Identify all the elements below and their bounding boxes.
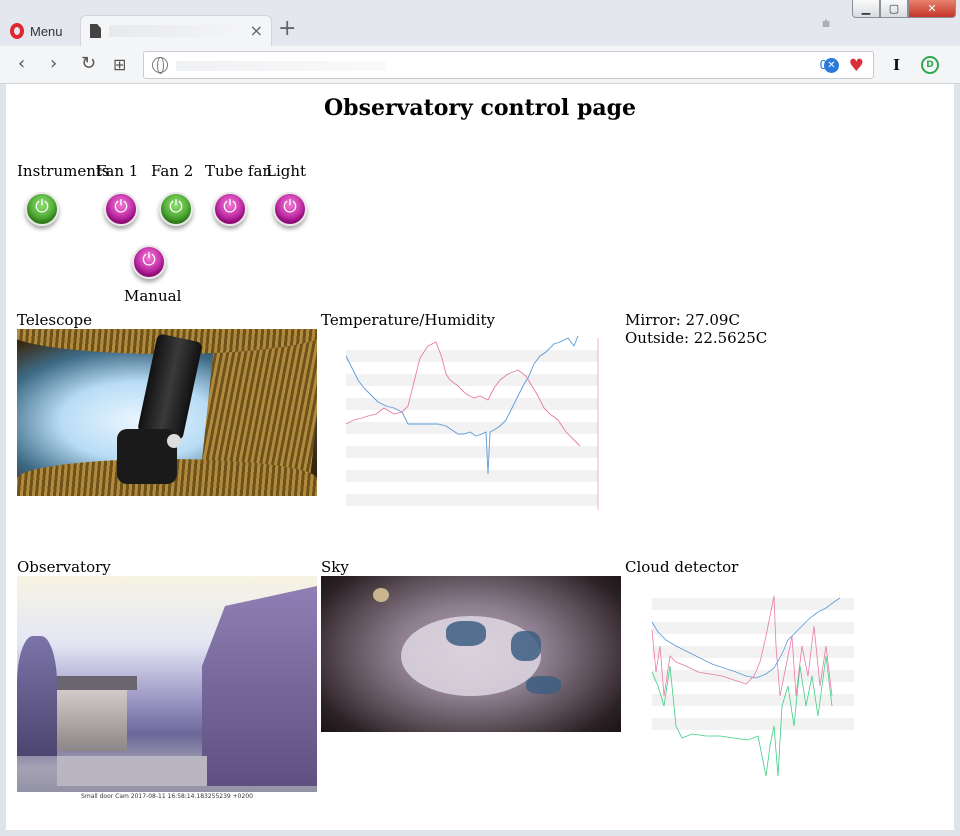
temperature-label: Temperature/Humidity	[321, 311, 495, 329]
back-button[interactable]: ‹	[18, 53, 25, 74]
extension-i-icon[interactable]: I	[893, 56, 900, 74]
speed-dial-button[interactable]: ⊞	[113, 55, 126, 74]
new-tab-button[interactable]: +	[278, 16, 296, 41]
light-power-button[interactable]	[273, 192, 307, 226]
close-window-button[interactable]: ✕	[908, 0, 956, 18]
observatory-label: Observatory	[17, 558, 111, 576]
address-bar[interactable]: 0 ✕ ♥	[143, 51, 874, 79]
mirror-temperature: Mirror: 27.09C	[625, 311, 740, 329]
sky-label: Sky	[321, 558, 349, 576]
temperature-humidity-chart	[328, 328, 604, 540]
extension-d-icon[interactable]: D	[921, 56, 939, 74]
label-fan-1: Fan 1	[96, 162, 139, 180]
tab-close-icon[interactable]: ×	[250, 21, 263, 40]
opera-menu-button[interactable]: Menu	[10, 18, 63, 44]
page-title: Observatory control page	[324, 95, 636, 121]
label-light: Light	[266, 162, 307, 180]
label-tube-fan: Tube fan	[205, 162, 273, 180]
browser-tab[interactable]: ×	[80, 15, 272, 46]
adblock-icon[interactable]: ✕	[824, 58, 839, 73]
telescope-label: Telescope	[17, 311, 92, 329]
label-manual: Manual	[124, 287, 182, 305]
observatory-camera-image: Small door Cam 2017-08-11 16:58:14.18325…	[17, 576, 317, 802]
globe-icon	[152, 57, 168, 74]
window-controls: ▁ ▢ ✕	[852, 0, 956, 18]
reload-button[interactable]: ↻	[81, 53, 96, 74]
outside-temperature: Outside: 22.5625C	[625, 329, 768, 347]
temperature-readouts: Mirror: 27.09C Outside: 22.5625C	[625, 311, 767, 347]
document-icon	[90, 24, 101, 38]
title-bar: Menu × + ⩧ ▁ ▢ ✕	[0, 0, 960, 46]
url-text	[176, 61, 386, 71]
label-fan-2: Fan 2	[151, 162, 194, 180]
page-viewport: Observatory control page Instruments Fan…	[6, 84, 954, 830]
sky-camera-image	[321, 576, 621, 744]
opera-logo-icon	[10, 23, 24, 39]
tab-title	[109, 25, 244, 37]
tab-menu-icon[interactable]: ⩧	[822, 16, 830, 32]
minimize-button[interactable]: ▁	[852, 0, 880, 18]
fan-1-power-button[interactable]	[104, 192, 138, 226]
fan-2-power-button[interactable]	[159, 192, 193, 226]
forward-button[interactable]: ›	[50, 53, 57, 74]
tube-fan-power-button[interactable]	[213, 192, 247, 226]
browser-toolbar: ‹ › ↻ ⊞ 0 ✕ ♥ I D	[0, 46, 960, 84]
telescope-camera-image	[17, 329, 317, 496]
maximize-button[interactable]: ▢	[880, 0, 908, 18]
instruments-power-button[interactable]	[25, 192, 59, 226]
observatory-caption: Small door Cam 2017-08-11 16:58:14.18325…	[17, 792, 317, 802]
manual-power-button[interactable]	[132, 245, 166, 279]
cloud-detector-label: Cloud detector	[625, 558, 739, 576]
cloud-detector-chart	[636, 576, 858, 802]
heart-icon[interactable]: ♥	[849, 56, 864, 76]
menu-label: Menu	[30, 23, 63, 39]
